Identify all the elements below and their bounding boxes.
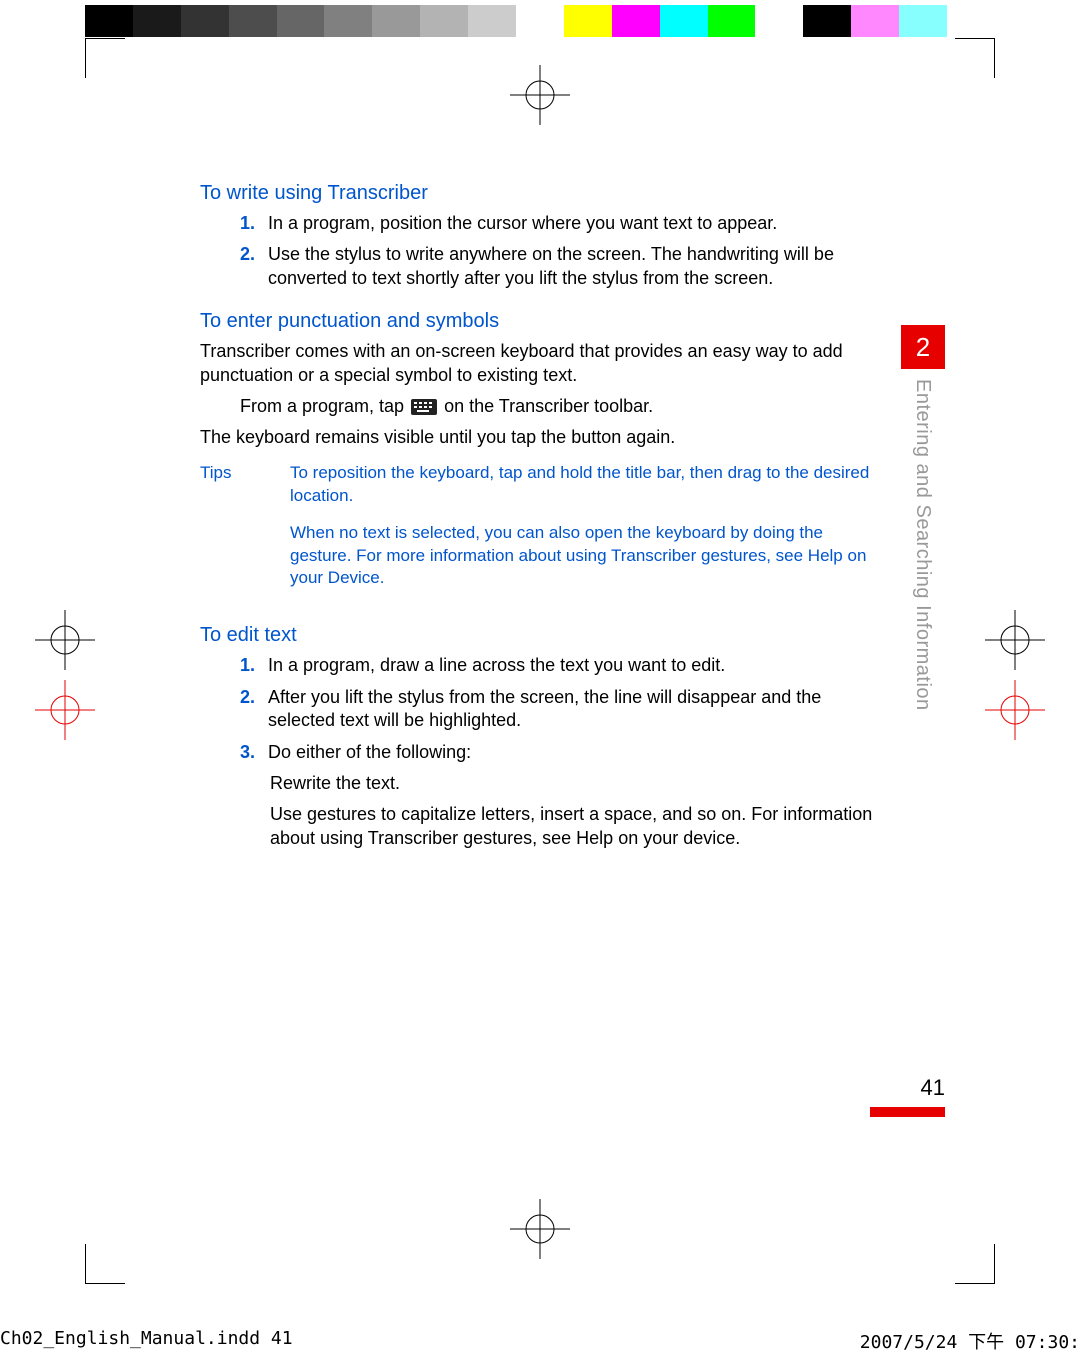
- tip-text: To reposition the keyboard, tap and hold…: [290, 462, 880, 508]
- slug-file: Ch02_English_Manual.indd 41: [0, 1328, 293, 1354]
- list-item: 3.Do either of the following:: [240, 741, 880, 764]
- registration-mark-icon: [985, 680, 1045, 740]
- section-heading: To enter punctuation and symbols: [200, 308, 880, 334]
- step-text: After you lift the stylus from the scree…: [268, 687, 821, 730]
- list-item: 2.After you lift the stylus from the scr…: [240, 686, 880, 733]
- tips-content: To reposition the keyboard, tap and hold…: [290, 462, 880, 605]
- list-item: 1.In a program, draw a line across the t…: [240, 654, 880, 677]
- crop-mark-icon: [955, 1244, 995, 1284]
- section-heading: To write using Transcriber: [200, 180, 880, 206]
- tips-block: Tips To reposition the keyboard, tap and…: [200, 462, 880, 605]
- body-text: The keyboard remains visible until you t…: [200, 426, 880, 449]
- section-heading: To edit text: [200, 622, 880, 648]
- crop-mark-icon: [955, 38, 995, 78]
- step-text: In a program, position the cursor where …: [268, 213, 777, 233]
- list-item: 2.Use the stylus to write anywhere on th…: [240, 243, 880, 290]
- crop-mark-icon: [85, 1244, 125, 1284]
- page-number-bar: [870, 1107, 945, 1117]
- step-text: In a program, draw a line across the tex…: [268, 655, 725, 675]
- tips-label: Tips: [200, 462, 290, 605]
- footer-slug: Ch02_English_Manual.indd 41 2007/5/24 下午…: [0, 1328, 1080, 1354]
- text-fragment: From a program, tap: [240, 396, 409, 416]
- sub-item: Rewrite the text.: [270, 772, 880, 795]
- slug-timestamp: 2007/5/24 下午 07:30:: [860, 1328, 1080, 1354]
- chapter-title: Entering and Searching Information: [901, 379, 934, 711]
- registration-mark-icon: [510, 65, 570, 125]
- body-text: From a program, tap on the Transcriber t…: [240, 395, 880, 418]
- page-number-text: 41: [921, 1075, 945, 1100]
- registration-mark-icon: [35, 610, 95, 670]
- chapter-number: 2: [901, 325, 945, 369]
- page-number: 41: [870, 1075, 945, 1117]
- registration-mark-icon: [985, 610, 1045, 670]
- step-text: Use the stylus to write anywhere on the …: [268, 244, 834, 287]
- page-content: To write using Transcriber 1.In a progra…: [200, 180, 880, 858]
- crop-mark-icon: [85, 38, 125, 78]
- keyboard-icon: [411, 399, 437, 415]
- list-item: 1.In a program, position the cursor wher…: [240, 212, 880, 235]
- registration-mark-icon: [35, 680, 95, 740]
- step-text: Do either of the following:: [268, 742, 471, 762]
- body-text: Transcriber comes with an on-screen keyb…: [200, 340, 880, 387]
- registration-mark-icon: [510, 1199, 570, 1259]
- text-fragment: on the Transcriber toolbar.: [439, 396, 653, 416]
- printer-color-bar: [85, 5, 995, 37]
- tip-text: When no text is selected, you can also o…: [290, 522, 880, 591]
- sub-item: Use gestures to capitalize letters, inse…: [270, 803, 880, 850]
- chapter-tab: 2 Entering and Searching Information: [901, 325, 945, 711]
